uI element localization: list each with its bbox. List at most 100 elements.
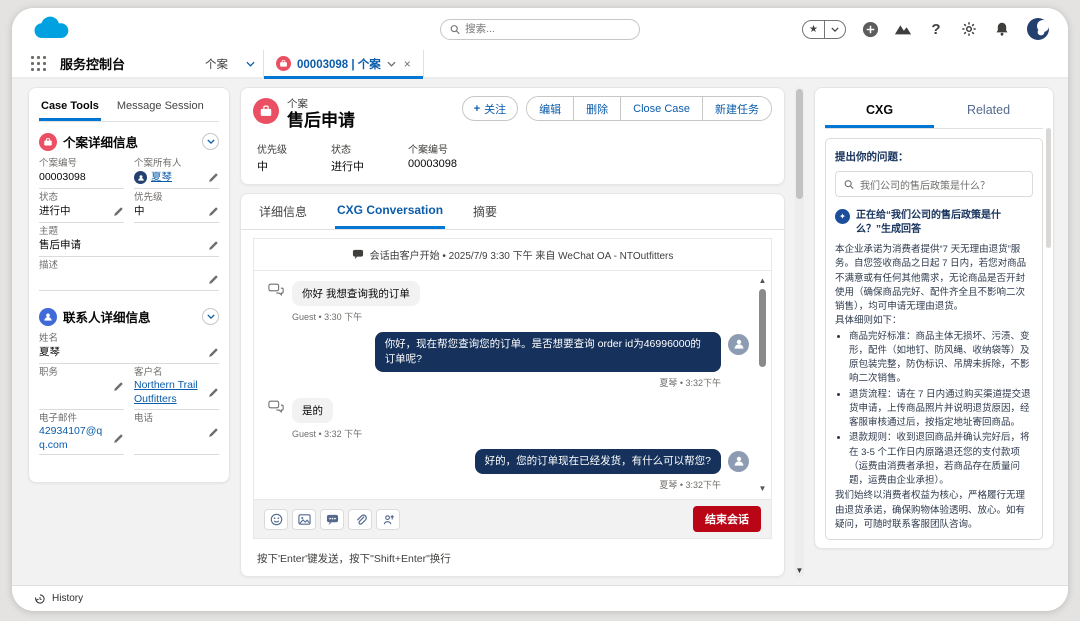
message-bubble: 你好 我想查询我的订单 bbox=[292, 280, 420, 306]
einstein-answer-card: 提出你的问题： ✦ 正在给“我们公司的售后政策是什么？”生成回答 本企业承诺为消… bbox=[825, 138, 1043, 540]
follow-label: 关注 bbox=[484, 103, 507, 116]
field-account-name: 客户名 Northern Trail Outfitters bbox=[134, 364, 219, 410]
account-link[interactable]: Northern Trail Outfitters bbox=[134, 379, 204, 406]
setup-button[interactable] bbox=[960, 20, 978, 38]
conversation-system-message: 会话由客户开始 • 2025/7/9 3:30 下午 来自 WeChat OA … bbox=[253, 237, 772, 270]
agent-avatar bbox=[728, 333, 749, 355]
field-label: 职务 bbox=[39, 367, 59, 378]
field-case-owner: 个案所有人 夏琴 bbox=[134, 155, 219, 189]
edit-icon[interactable] bbox=[208, 427, 219, 438]
answer-header-text: 正在给“我们公司的售后政策是什么？”生成回答 bbox=[856, 210, 1001, 235]
quick-text-button[interactable] bbox=[320, 508, 344, 530]
owner-link[interactable]: 夏琴 bbox=[151, 171, 172, 185]
right-panel-scrollbar[interactable] bbox=[1046, 128, 1051, 248]
chat-icon bbox=[352, 249, 363, 259]
close-case-button[interactable]: Close Case bbox=[620, 97, 702, 120]
new-task-button[interactable]: 新建任务 bbox=[702, 97, 771, 120]
delete-button[interactable]: 删除 bbox=[573, 97, 621, 120]
answer-bullet-list: 商品完好标准：商品主体无损坏、污渍、变形，配件（如地钉、防风绳、收纳袋等）及原包… bbox=[849, 330, 1033, 489]
edit-icon[interactable] bbox=[208, 206, 219, 217]
favorites-dropdown-icon[interactable] bbox=[824, 20, 845, 38]
end-chat-button[interactable]: 结束会话 bbox=[693, 506, 761, 532]
trailhead-button[interactable] bbox=[894, 20, 912, 38]
workspace-tab-case[interactable]: 00003098 | 个案 × bbox=[264, 50, 424, 79]
favorites-star-icon[interactable]: ★ bbox=[803, 21, 824, 38]
user-avatar[interactable] bbox=[1026, 17, 1050, 41]
scroll-down-icon[interactable]: ▼ bbox=[795, 566, 804, 575]
answer-header: ✦ 正在给“我们公司的售后政策是什么？”生成回答 bbox=[835, 209, 1033, 236]
add-icon bbox=[862, 21, 878, 37]
field-status: 状态 进行中 bbox=[39, 189, 124, 223]
field-case-number: 个案编号 00003098 bbox=[39, 155, 124, 189]
tab-cxg[interactable]: CXG bbox=[825, 96, 934, 128]
edit-icon[interactable] bbox=[208, 274, 219, 285]
collapse-section-button[interactable] bbox=[202, 133, 219, 150]
global-add-button[interactable] bbox=[861, 20, 879, 38]
transfer-button[interactable] bbox=[376, 508, 400, 530]
tab-details[interactable]: 详细信息 bbox=[257, 194, 309, 229]
edit-icon[interactable] bbox=[113, 206, 124, 217]
case-icon bbox=[276, 56, 292, 71]
field-priority: 优先级 中 bbox=[134, 189, 219, 223]
scrollbar-thumb[interactable] bbox=[759, 288, 766, 367]
edit-icon[interactable] bbox=[208, 172, 219, 183]
global-search[interactable] bbox=[440, 18, 640, 40]
field-label: 电话 bbox=[134, 412, 154, 424]
contact-details-header: 联系人详细信息 bbox=[39, 307, 219, 326]
attach-button[interactable] bbox=[348, 508, 372, 530]
console-nav: 服务控制台 个案 00003098 | 个案 × bbox=[12, 50, 1068, 79]
help-button[interactable]: ? bbox=[927, 20, 945, 38]
page-scrollbar[interactable]: ▼ bbox=[795, 87, 804, 577]
history-button[interactable]: History bbox=[52, 593, 83, 604]
case-highlights-panel: 个案 售后申请 + 关注 编辑 删除 Close Case 新建任务 优先级 中… bbox=[240, 87, 785, 185]
app-launcher-icon[interactable] bbox=[26, 54, 52, 74]
right-sidebar: CXG Related 提出你的问题： ✦ 正在给“我们公司的售后政策是什么？”… bbox=[814, 87, 1054, 549]
answer-bullet: 商品完好标准：商品主体无损坏、污渍、变形，配件（如地钉、防风绳、收纳袋等）及原包… bbox=[849, 330, 1033, 387]
tab-dropdown-icon[interactable] bbox=[387, 61, 396, 67]
message-agent: 好的，您的订单现在已经发货，有什么可以帮您? 夏琴 • 3:32下午 bbox=[268, 448, 749, 491]
conversation-panel: 详细信息 CXG Conversation 摘要 会话由客户开始 • 2025/… bbox=[240, 192, 785, 577]
tab-related[interactable]: Related bbox=[934, 96, 1043, 128]
workspace-tab-label: 00003098 | 个案 bbox=[297, 58, 381, 71]
message-bubble: 好的，您的订单现在已经发货，有什么可以帮您? bbox=[474, 448, 721, 475]
scroll-up-icon[interactable]: ▲ bbox=[758, 276, 767, 285]
summary-value: 中 bbox=[257, 160, 268, 173]
field-value: 00003098 bbox=[39, 171, 86, 184]
message-bubble: 是的 bbox=[292, 397, 333, 423]
message-meta: 夏琴 • 3:32下午 bbox=[659, 377, 721, 388]
emoji-button[interactable] bbox=[264, 508, 288, 530]
edit-button[interactable]: 编辑 bbox=[527, 97, 574, 120]
composer-input[interactable]: 按下'Enter'键发送，按下"Shift+Enter"换行 bbox=[241, 539, 784, 576]
tab-message-session[interactable]: Message Session bbox=[115, 96, 206, 121]
global-search-input[interactable] bbox=[465, 23, 630, 35]
follow-button[interactable]: + 关注 bbox=[461, 96, 519, 121]
notifications-button[interactable] bbox=[993, 20, 1011, 38]
field-label: 描述 bbox=[39, 260, 59, 271]
scroll-down-icon[interactable]: ▼ bbox=[758, 485, 767, 493]
image-button[interactable] bbox=[292, 508, 316, 530]
nav-item-dropdown[interactable] bbox=[238, 50, 265, 77]
collapse-section-button[interactable] bbox=[202, 308, 219, 325]
edit-icon[interactable] bbox=[113, 433, 124, 444]
question-search[interactable] bbox=[835, 171, 1033, 197]
edit-icon[interactable] bbox=[208, 240, 219, 251]
tab-summary[interactable]: 摘要 bbox=[471, 194, 499, 229]
answer-body: 本企业承诺为消费者提供“7 天无理由退货”服务。自您签收商品之日起 7 日内，若… bbox=[835, 243, 1033, 532]
email-link[interactable]: 42934107@qq.com bbox=[39, 425, 109, 452]
tab-cxg-conversation[interactable]: CXG Conversation bbox=[335, 194, 446, 229]
field-label: 主题 bbox=[39, 226, 59, 237]
favorites-button[interactable]: ★ bbox=[802, 19, 846, 39]
tab-case-tools[interactable]: Case Tools bbox=[39, 96, 101, 121]
edit-icon[interactable] bbox=[113, 381, 124, 392]
scrollbar-thumb[interactable] bbox=[796, 89, 803, 199]
message-guest: 是的 Guest • 3:32 下午 bbox=[268, 397, 749, 440]
chat-scrollbar[interactable]: ▲ ▼ bbox=[758, 276, 767, 493]
question-input[interactable] bbox=[860, 178, 1024, 190]
field-label: 电子邮件 bbox=[39, 412, 78, 424]
history-icon bbox=[34, 593, 45, 604]
edit-icon[interactable] bbox=[208, 387, 219, 398]
nav-item-cases[interactable]: 个案 bbox=[195, 50, 238, 77]
conversation-tabs: 详细信息 CXG Conversation 摘要 bbox=[241, 194, 784, 230]
tab-close-icon[interactable]: × bbox=[404, 57, 411, 71]
edit-icon[interactable] bbox=[208, 347, 219, 358]
